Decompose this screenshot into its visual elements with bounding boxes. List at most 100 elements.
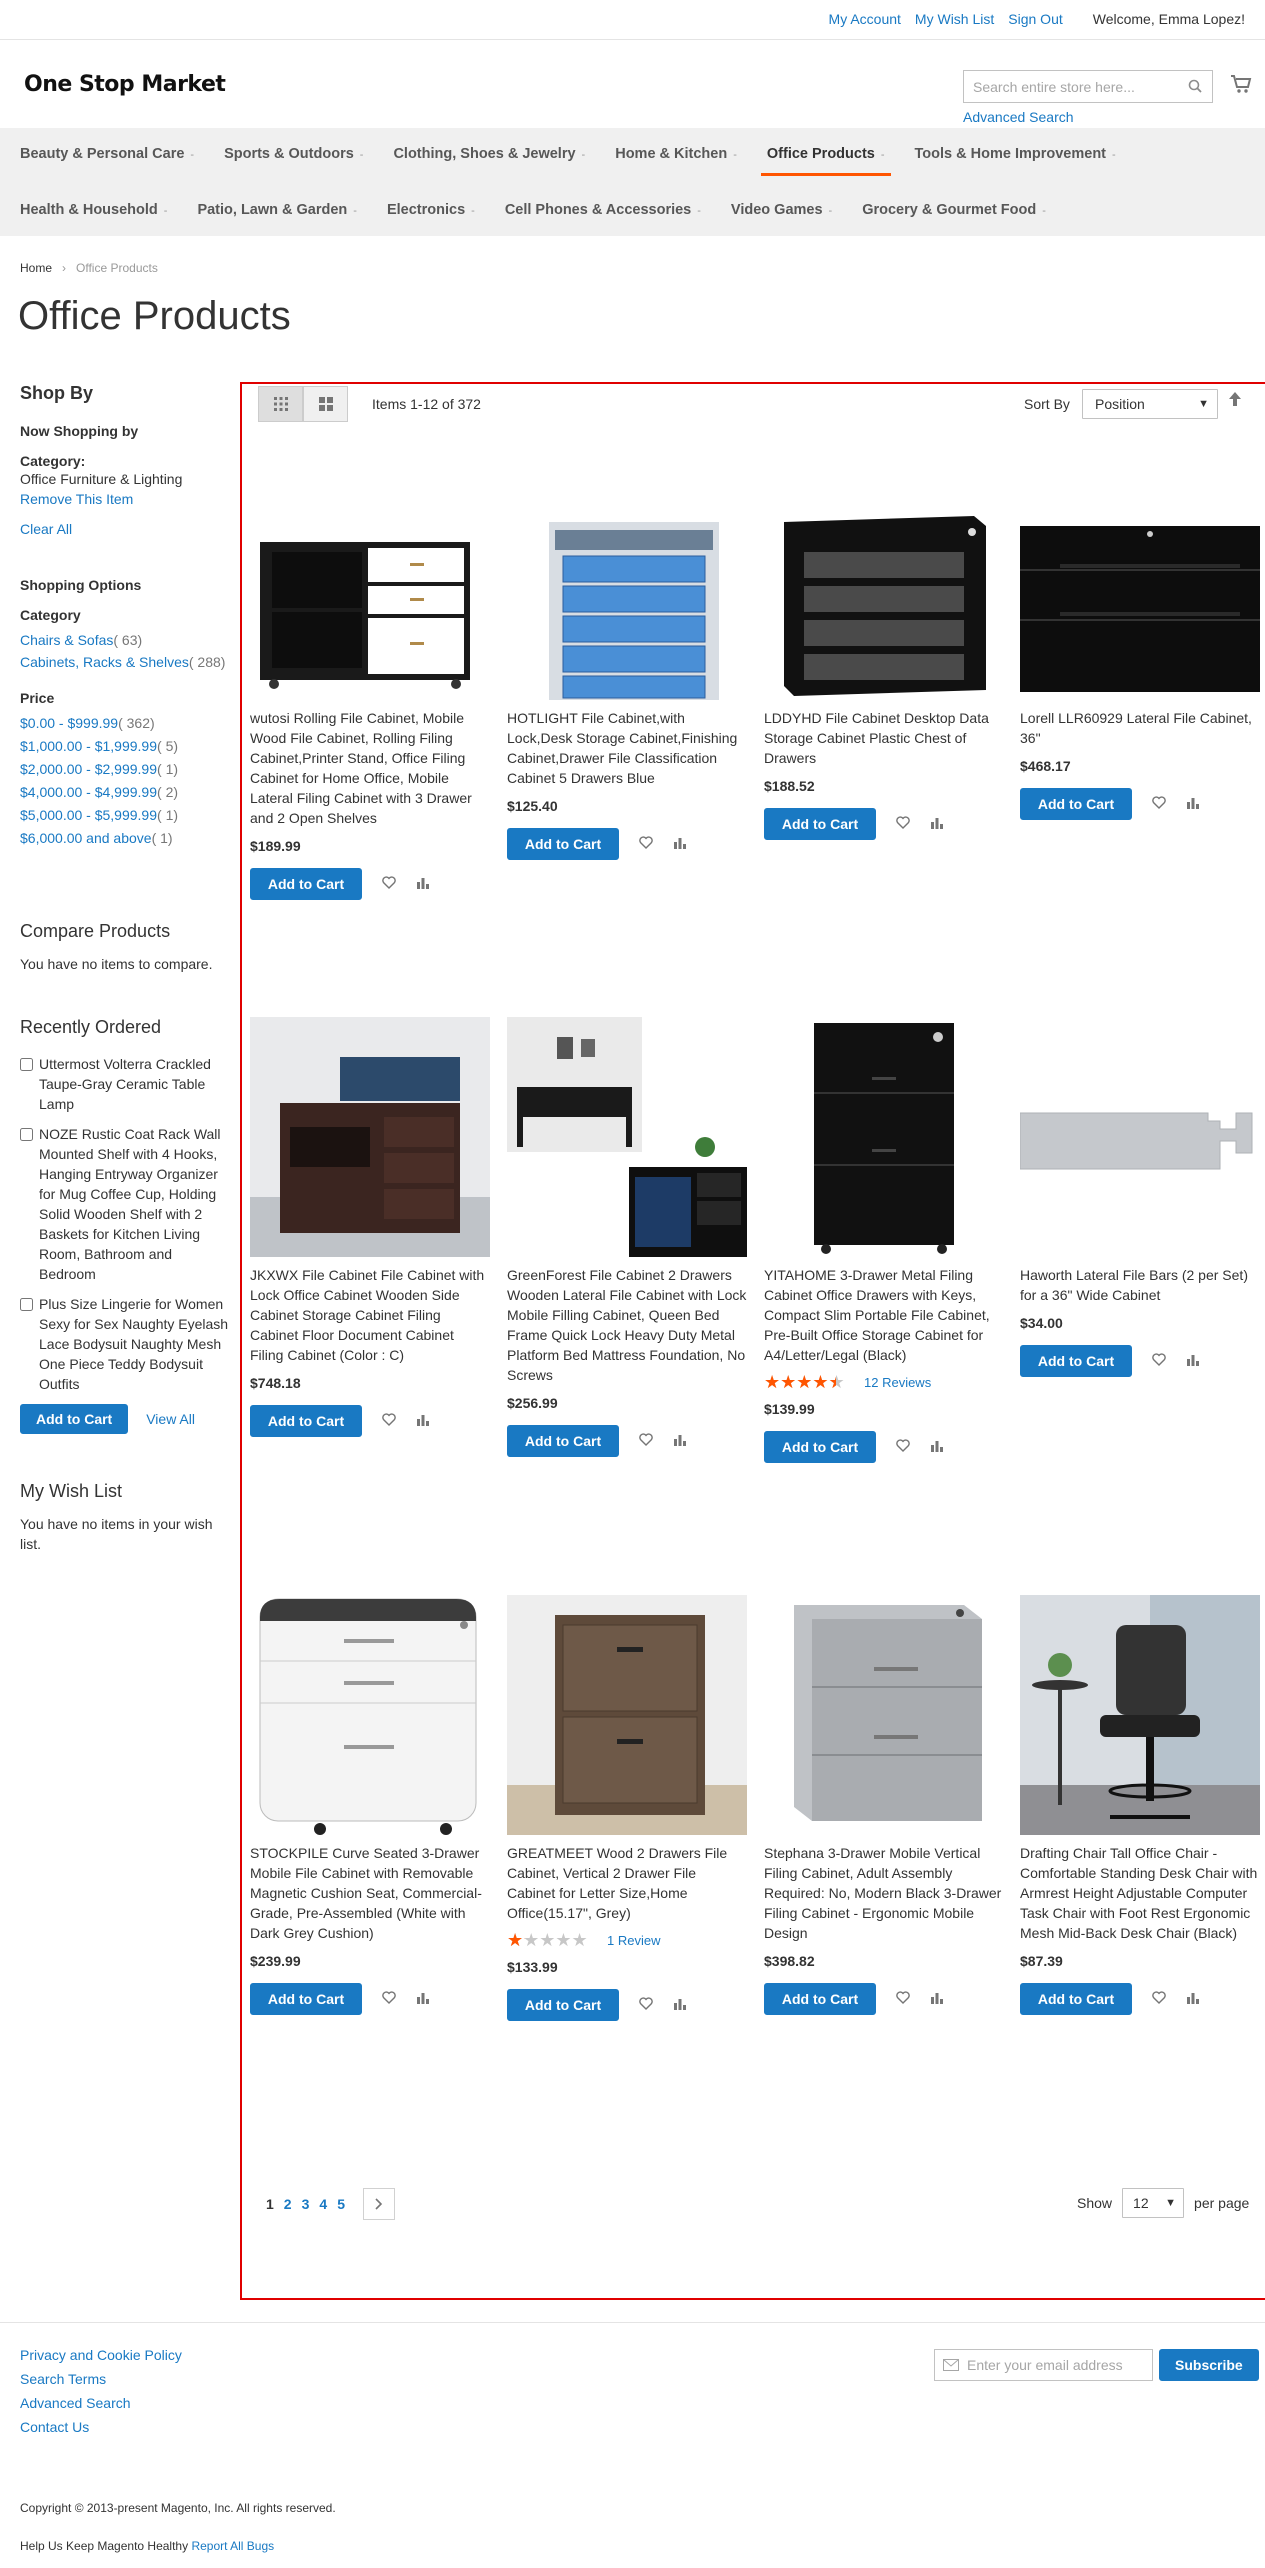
per-page-select[interactable]: 12 ▼ [1122,2188,1185,2218]
nav-item-sports[interactable]: Sports & Outdoors - [224,128,363,180]
filter-price-0[interactable]: $0.00 - $999.99( 362) [20,712,230,735]
heart-icon[interactable] [382,1413,396,1429]
recent-add-to-cart-button[interactable]: Add to Cart [20,1404,129,1434]
heart-icon[interactable] [896,1991,910,2007]
product-image[interactable] [1019,1017,1260,1257]
add-to-cart-button[interactable]: Add to Cart [250,1983,362,2015]
nav-item-cell-phones[interactable]: Cell Phones & Accessories - [505,184,701,236]
filter-price-4000[interactable]: $4,000.00 - $4,999.99( 2) [20,781,230,804]
product-image[interactable] [1020,460,1260,700]
product-name-link[interactable]: STOCKPILE Curve Seated 3-Drawer Mobile F… [250,1843,490,1943]
nav-item-health[interactable]: Health & Household - [20,184,167,236]
filter-chairs-sofas[interactable]: Chairs & Sofas( 63) [20,629,230,652]
page-5[interactable]: 5 [337,2196,345,2212]
add-to-cart-button[interactable]: Add to Cart [764,1431,876,1463]
filter-cabinets-racks[interactable]: Cabinets, Racks & Shelves( 288) [20,652,230,672]
heart-icon[interactable] [1152,1991,1166,2007]
compare-icon[interactable] [416,1991,430,2008]
heart-icon[interactable] [896,1439,910,1455]
add-to-cart-button[interactable]: Add to Cart [250,1405,362,1437]
product-name-link[interactable]: GreenForest File Cabinet 2 Drawers Woode… [507,1265,747,1385]
nav-item-grocery[interactable]: Grocery & Gourmet Food - [862,184,1046,236]
page-3[interactable]: 3 [302,2196,310,2212]
product-image[interactable] [764,1595,1004,1835]
nav-item-patio[interactable]: Patio, Lawn & Garden - [197,184,357,236]
product-image[interactable] [764,1017,1004,1257]
my-account-link[interactable]: My Account [829,11,901,27]
sort-direction-icon[interactable] [1228,391,1242,410]
nav-item-tools[interactable]: Tools & Home Improvement - [915,128,1116,180]
view-all-link[interactable]: View All [146,1411,195,1427]
store-logo[interactable]: One Stop Market [24,72,226,97]
compare-icon[interactable] [930,1439,944,1456]
product-image[interactable] [507,460,747,702]
add-to-cart-button[interactable]: Add to Cart [507,828,619,860]
product-name-link[interactable]: Lorell LLR60929 Lateral File Cabinet, 36… [1020,708,1260,748]
compare-icon[interactable] [1186,796,1200,813]
product-image[interactable] [1020,1595,1260,1835]
add-to-cart-button[interactable]: Add to Cart [764,1983,876,2015]
search-input[interactable] [964,78,1174,95]
page-2[interactable]: 2 [284,2196,292,2212]
list-view-toggle[interactable] [303,386,348,422]
newsletter-email-field[interactable]: Enter your email address [934,2349,1153,2381]
add-to-cart-button[interactable]: Add to Cart [1020,1345,1132,1377]
product-name-link[interactable]: Stephana 3-Drawer Mobile Vertical Filing… [764,1843,1004,1943]
compare-icon[interactable] [930,816,944,833]
product-image[interactable] [764,460,1004,700]
product-name-link[interactable]: YITAHOME 3-Drawer Metal Filing Cabinet O… [764,1265,1004,1365]
recent-item-checkbox[interactable] [20,1058,33,1071]
heart-icon[interactable] [639,1997,653,2013]
add-to-cart-button[interactable]: Add to Cart [507,1989,619,2021]
heart-icon[interactable] [639,1433,653,1449]
compare-icon[interactable] [673,1433,687,1450]
sort-by-select[interactable]: Position ▼ [1082,389,1218,419]
clear-all-link[interactable]: Clear All [20,519,230,539]
add-to-cart-button[interactable]: Add to Cart [250,868,362,900]
heart-icon[interactable] [1152,796,1166,812]
compare-icon[interactable] [416,1413,430,1430]
reviews-link[interactable]: 1 Review [607,1933,660,1948]
nav-item-home-kitchen[interactable]: Home & Kitchen - [615,128,737,180]
sign-out-link[interactable]: Sign Out [1008,11,1062,27]
product-name-link[interactable]: Drafting Chair Tall Office Chair - Comfo… [1020,1843,1260,1943]
product-image[interactable] [250,1595,490,1835]
nav-item-clothing[interactable]: Clothing, Shoes & Jewelry - [393,128,585,180]
compare-icon[interactable] [673,1997,687,2014]
grid-view-toggle[interactable] [258,386,303,422]
nav-item-beauty[interactable]: Beauty & Personal Care - [20,128,194,180]
compare-icon[interactable] [930,1991,944,2008]
contact-us-link[interactable]: Contact Us [20,2419,182,2435]
heart-icon[interactable] [896,816,910,832]
compare-icon[interactable] [673,836,687,853]
remove-filter-link[interactable]: Remove This Item [20,489,230,509]
add-to-cart-button[interactable]: Add to Cart [1020,1983,1132,2015]
privacy-policy-link[interactable]: Privacy and Cookie Policy [20,2347,182,2363]
filter-price-2000[interactable]: $2,000.00 - $2,999.99( 1) [20,758,230,781]
nav-item-electronics[interactable]: Electronics - [387,184,475,236]
advanced-search-link[interactable]: Advanced Search [963,109,1074,125]
heart-icon[interactable] [382,876,396,892]
subscribe-button[interactable]: Subscribe [1159,2349,1259,2381]
heart-icon[interactable] [1152,1353,1166,1369]
compare-icon[interactable] [1186,1353,1200,1370]
next-page-button[interactable] [362,2188,395,2220]
recent-item-checkbox[interactable] [20,1128,33,1141]
page-4[interactable]: 4 [319,2196,327,2212]
product-image[interactable] [507,1017,747,1257]
footer-advanced-search-link[interactable]: Advanced Search [20,2395,182,2411]
breadcrumb-home[interactable]: Home [20,261,52,275]
compare-icon[interactable] [416,876,430,893]
report-bugs-link[interactable]: Report All Bugs [191,2539,274,2553]
product-name-link[interactable]: wutosi Rolling File Cabinet, Mobile Wood… [250,708,490,828]
product-image[interactable] [250,460,490,700]
reviews-link[interactable]: 12 Reviews [864,1375,931,1390]
heart-icon[interactable] [382,1991,396,2007]
search-terms-link[interactable]: Search Terms [20,2371,182,2387]
product-image[interactable] [250,1017,490,1257]
add-to-cart-button[interactable]: Add to Cart [764,808,876,840]
nav-item-office-products[interactable]: Office Products - [760,128,891,180]
compare-icon[interactable] [1186,1991,1200,2008]
recent-item-checkbox[interactable] [20,1298,33,1311]
filter-price-5000[interactable]: $5,000.00 - $5,999.99( 1) [20,804,230,827]
